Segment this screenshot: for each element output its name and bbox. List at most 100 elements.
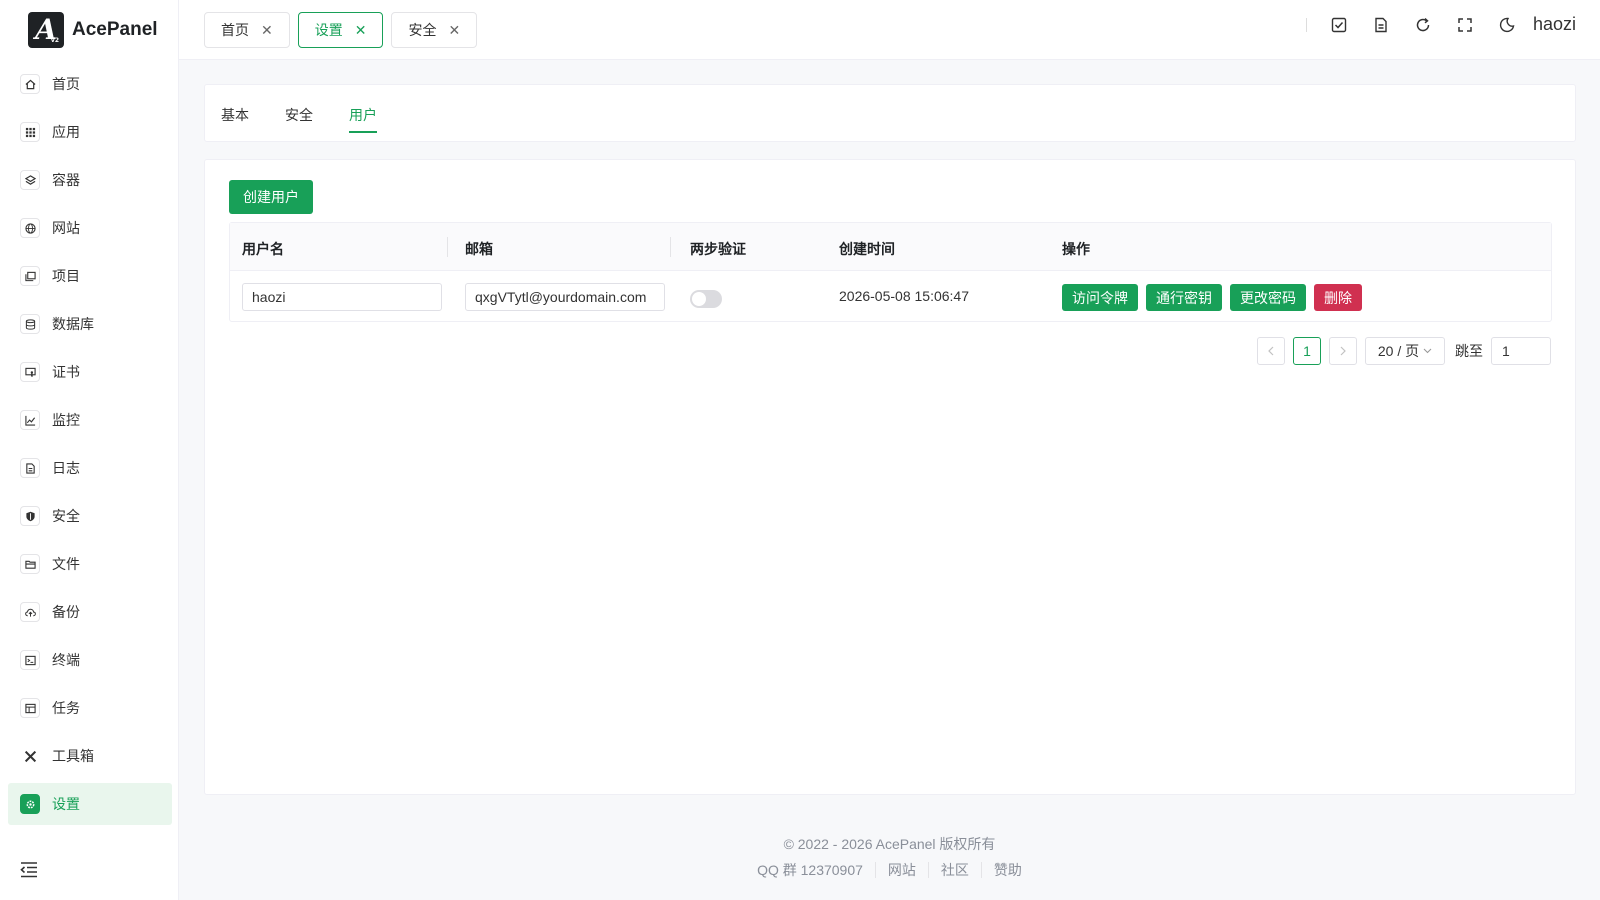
page-tabs: 首页 ✕ 设置 ✕ 安全 ✕ [204, 12, 478, 48]
container-icon [20, 170, 40, 190]
sidebar: Av2 AcePanel 首页 应用 容器 网站 项目 数据库 证书 监控 日志… [0, 0, 179, 900]
sidebar-item-label: 日志 [52, 460, 80, 476]
page-size-value: 20 / 页 [1377, 343, 1420, 359]
database-icon [20, 314, 40, 334]
user-menu[interactable]: haozi [1533, 14, 1576, 35]
email-input[interactable]: qxgVTytl@yourdomain.com [465, 283, 665, 311]
top-header: 首页 ✕ 设置 ✕ 安全 ✕ haozi [179, 0, 1600, 60]
folder-icon [20, 554, 40, 574]
tab-security-settings[interactable]: 安全 [285, 105, 313, 133]
settings-tabs: 基本 安全 用户 [221, 105, 377, 133]
username-input[interactable]: haozi [242, 283, 442, 311]
column-created-at: 创建时间 [839, 241, 895, 257]
delete-button[interactable]: 删除 [1314, 284, 1362, 311]
jump-page-input[interactable]: 1 [1491, 337, 1551, 365]
tab-users[interactable]: 用户 [349, 105, 377, 133]
globe-icon [20, 218, 40, 238]
footer-link-sponsor[interactable]: 赞助 [980, 862, 1034, 878]
tab-settings[interactable]: 设置 ✕ [297, 12, 384, 48]
sidebar-item-label: 任务 [52, 700, 80, 716]
pagination: 1 20 / 页 跳至 1 [1257, 337, 1551, 365]
sidebar-menu: 首页 应用 容器 网站 项目 数据库 证书 监控 日志 安全 文件 备份 终端 … [8, 63, 172, 831]
close-icon[interactable]: ✕ [448, 22, 460, 39]
footer: © 2022 - 2026 AcePanel 版权所有 QQ 群 1237090… [179, 834, 1600, 878]
tab-security[interactable]: 安全 ✕ [391, 12, 478, 48]
dark-mode-icon[interactable] [1497, 15, 1517, 35]
created-at: 2026-05-08 15:06:47 [839, 288, 969, 304]
next-page-button[interactable] [1329, 337, 1357, 365]
sidebar-item-files[interactable]: 文件 [8, 543, 172, 585]
refresh-icon[interactable] [1413, 15, 1433, 35]
footer-link-website[interactable]: 网站 [874, 862, 928, 878]
sidebar-item-backup[interactable]: 备份 [8, 591, 172, 633]
sidebar-item-tasks[interactable]: 任务 [8, 687, 172, 729]
two-factor-toggle[interactable] [690, 290, 722, 308]
header-actions: haozi [1305, 14, 1576, 35]
footer-link-community[interactable]: 社区 [927, 862, 981, 878]
sidebar-item-label: 项目 [52, 268, 80, 284]
tab-home[interactable]: 首页 ✕ [204, 12, 290, 48]
change-password-button[interactable]: 更改密码 [1230, 284, 1306, 311]
sidebar-item-label: 容器 [52, 172, 80, 188]
settings-tabs-card: 基本 安全 用户 [204, 84, 1576, 142]
sidebar-item-home[interactable]: 首页 [8, 63, 172, 105]
create-user-button[interactable]: 创建用户 [229, 180, 313, 214]
access-token-button[interactable]: 访问令牌 [1062, 284, 1138, 311]
app-logo[interactable]: Av2 AcePanel [28, 12, 158, 48]
logo-mark: Av2 [28, 12, 64, 48]
sidebar-item-label: 设置 [52, 796, 80, 812]
shield-icon [20, 506, 40, 526]
passkey-button[interactable]: 通行密钥 [1146, 284, 1222, 311]
terminal-icon [20, 650, 40, 670]
sidebar-item-label: 监控 [52, 412, 80, 428]
tools-icon [20, 746, 40, 766]
apps-icon [20, 122, 40, 142]
sidebar-item-label: 文件 [52, 556, 80, 572]
sidebar-item-terminal[interactable]: 终端 [8, 639, 172, 681]
footer-links: QQ 群 12370907 网站 社区 赞助 [179, 862, 1600, 878]
column-actions: 操作 [1062, 241, 1090, 257]
sidebar-item-label: 证书 [52, 364, 80, 380]
chevron-down-icon [1423, 346, 1432, 356]
sidebar-item-label: 应用 [52, 124, 80, 140]
sidebar-item-monitor[interactable]: 监控 [8, 399, 172, 441]
sidebar-item-logs[interactable]: 日志 [8, 447, 172, 489]
tab-label: 安全 [408, 22, 437, 38]
sidebar-item-settings[interactable]: 设置 [8, 783, 172, 825]
column-username: 用户名 [242, 241, 284, 257]
page-size-select[interactable]: 20 / 页 [1365, 337, 1445, 365]
document-icon[interactable] [1371, 15, 1391, 35]
sidebar-item-label: 数据库 [52, 316, 94, 332]
sidebar-item-security[interactable]: 安全 [8, 495, 172, 537]
certificate-icon [20, 362, 40, 382]
sidebar-item-apps[interactable]: 应用 [8, 111, 172, 153]
sidebar-item-certificates[interactable]: 证书 [8, 351, 172, 393]
footer-link-qq[interactable]: QQ 群 12370907 [745, 862, 875, 878]
row-actions: 访问令牌 通行密钥 更改密码 删除 [1062, 284, 1362, 311]
task-checklist-icon[interactable] [1329, 15, 1349, 35]
column-email: 邮箱 [465, 241, 493, 257]
sidebar-item-label: 终端 [52, 652, 80, 668]
page-number[interactable]: 1 [1293, 337, 1321, 365]
sidebar-item-projects[interactable]: 项目 [8, 255, 172, 297]
sidebar-item-label: 网站 [52, 220, 80, 236]
collapse-sidebar-icon[interactable] [20, 862, 38, 883]
log-icon [20, 458, 40, 478]
sidebar-item-database[interactable]: 数据库 [8, 303, 172, 345]
prev-page-button[interactable] [1257, 337, 1285, 365]
sidebar-item-toolbox[interactable]: 工具箱 [8, 735, 172, 777]
jump-label: 跳至 [1455, 343, 1483, 359]
project-icon [20, 266, 40, 286]
sidebar-item-containers[interactable]: 容器 [8, 159, 172, 201]
fullscreen-icon[interactable] [1455, 15, 1475, 35]
task-icon [20, 698, 40, 718]
sidebar-item-websites[interactable]: 网站 [8, 207, 172, 249]
tab-basic[interactable]: 基本 [221, 105, 249, 133]
users-card: 创建用户 用户名 邮箱 两步验证 创建时间 操作 haozi qxgVTytl@… [204, 159, 1576, 795]
gear-icon [20, 794, 40, 814]
sidebar-item-label: 首页 [52, 76, 80, 92]
close-icon[interactable]: ✕ [355, 22, 367, 39]
close-icon[interactable]: ✕ [261, 22, 273, 39]
table-row: haozi qxgVTytl@yourdomain.com 2026-05-08… [230, 271, 1551, 322]
tab-label: 首页 [221, 22, 249, 38]
